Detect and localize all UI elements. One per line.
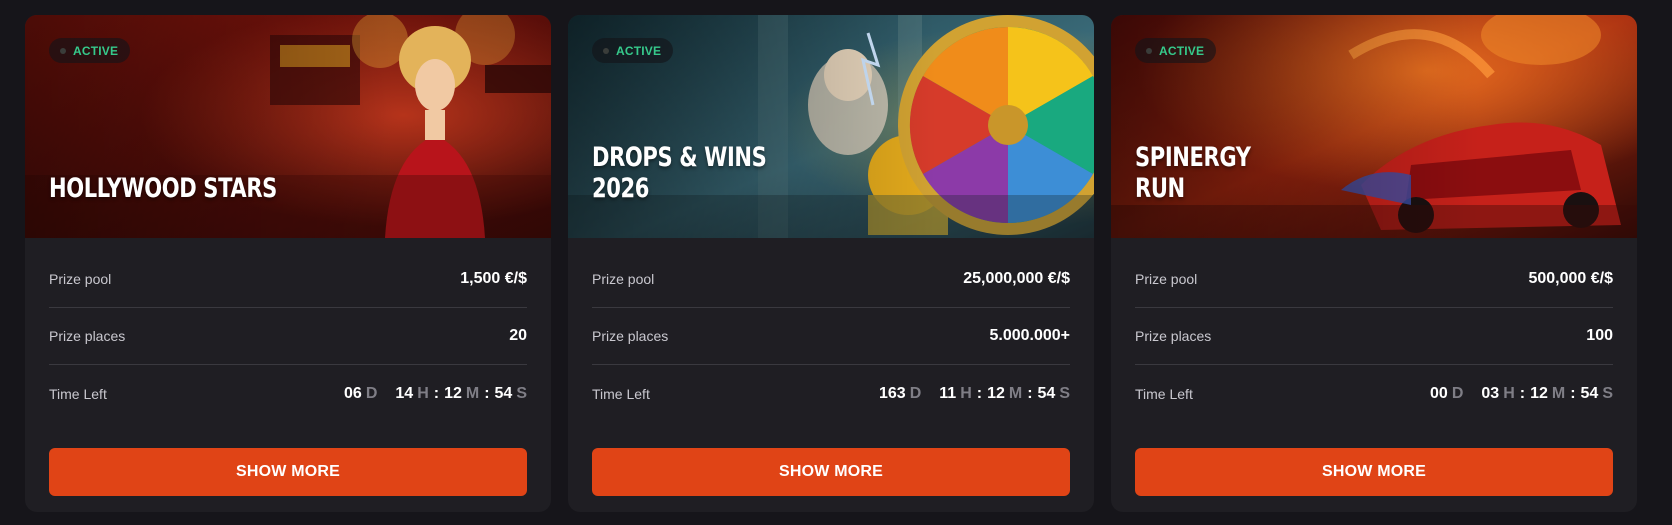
prize-places-label: Prize places [1135,328,1212,344]
card-info: Prize pool 500,000 €/$ Prize places 100 … [1111,251,1637,422]
prize-pool-value: 1,500 €/$ [460,270,527,287]
prize-pool-value: 500,000 €/$ [1528,270,1613,287]
timer-hours: 14 [395,384,414,402]
card-title-line-1: SPINERGY [1135,142,1251,173]
time-left-label: Time Left [592,385,650,402]
prize-places-value: 20 [509,327,527,344]
prize-places-row: Prize places 5.000.000+ [592,308,1070,365]
timer-hours-unit: H [1503,384,1515,402]
card-banner[interactable]: ACTIVE SPINERGY RUN [1111,15,1637,238]
prize-pool-row: Prize pool 25,000,000 €/$ [592,251,1070,308]
card-banner[interactable]: ACTIVE HOLLYWOOD STARS [25,15,551,238]
card-title: HOLLYWOOD STARS [49,173,277,204]
status-badge-label: ACTIVE [1159,43,1205,58]
prize-places-label: Prize places [49,328,126,344]
time-left-row: Time Left 00 D 03 H : 12 M : 54 S [1135,365,1613,422]
card-info: Prize pool 1,500 €/$ Prize places 20 Tim… [25,251,551,422]
tournament-card-grid: ACTIVE HOLLYWOOD STARS Prize pool 1,500 … [25,15,1637,512]
show-more-button[interactable]: SHOW MORE [1135,448,1613,496]
show-more-button[interactable]: SHOW MORE [592,448,1070,496]
prize-places-row: Prize places 20 [49,308,527,365]
timer-hours-unit: H [417,384,429,402]
tournament-card-hollywood-stars: ACTIVE HOLLYWOOD STARS Prize pool 1,500 … [25,15,551,512]
timer-minutes: 12 [987,384,1005,402]
prize-places-value: 5.000.000+ [989,327,1070,344]
prize-places-row: Prize places 100 [1135,308,1613,365]
card-title: SPINERGY RUN [1135,142,1251,204]
card-title-line-2: RUN [1135,173,1185,204]
timer-minutes-unit: M [1008,384,1023,402]
timer-days: 00 [1430,384,1448,402]
timer-seconds-unit: S [1059,384,1070,402]
prize-pool-value: 25,000,000 €/$ [963,270,1070,287]
tournament-card-spinergy-run: ACTIVE SPINERGY RUN Prize pool 500,000 €… [1111,15,1637,512]
card-title: DROPS & WINS 2026 [592,142,767,204]
prize-pool-label: Prize pool [592,271,655,287]
card-title-line-2: 2026 [592,173,650,204]
timer-seconds: 54 [1037,384,1056,402]
timer-days-unit: D [909,384,922,402]
tournament-card-drops-and-wins: ACTIVE DROPS & WINS 2026 Prize pool 25,0… [568,15,1094,512]
show-more-button[interactable]: SHOW MORE [49,448,527,496]
timer-days-unit: D [365,384,378,402]
status-badge: ACTIVE [592,38,674,63]
prize-pool-row: Prize pool 500,000 €/$ [1135,251,1613,308]
timer-seconds: 54 [1580,384,1599,402]
status-dot-icon [1146,48,1152,54]
countdown-timer: 163 D 11 H : 12 M : 54 S [879,384,1070,402]
countdown-timer: 00 D 03 H : 12 M : 54 S [1430,384,1613,402]
card-info: Prize pool 25,000,000 €/$ Prize places 5… [568,251,1094,422]
countdown-timer: 06 D 14 H : 12 M : 54 S [344,384,527,402]
timer-days-unit: D [1451,384,1464,402]
timer-hours: 11 [939,384,957,402]
status-dot-icon [603,48,609,54]
status-dot-icon [60,48,66,54]
time-left-label: Time Left [49,385,107,402]
timer-minutes: 12 [444,384,462,402]
timer-seconds-unit: S [1602,384,1613,402]
timer-minutes-unit: M [465,384,480,402]
prize-places-label: Prize places [592,328,669,344]
timer-days: 06 [344,384,362,402]
timer-hours: 03 [1481,384,1500,402]
timer-days: 163 [879,384,906,402]
status-badge-label: ACTIVE [73,43,119,58]
timer-minutes: 12 [1530,384,1548,402]
time-left-row: Time Left 163 D 11 H : 12 M : 54 S [592,365,1070,422]
timer-minutes-unit: M [1551,384,1566,402]
card-title-line-1: DROPS & WINS [592,142,767,173]
prize-places-value: 100 [1586,327,1613,344]
time-left-label: Time Left [1135,385,1193,402]
timer-seconds: 54 [494,384,513,402]
card-banner[interactable]: ACTIVE DROPS & WINS 2026 [568,15,1094,238]
card-title-line-1: HOLLYWOOD STARS [49,173,277,204]
prize-pool-label: Prize pool [1135,271,1198,287]
status-badge-label: ACTIVE [616,43,662,58]
timer-seconds-unit: S [516,384,527,402]
time-left-row: Time Left 06 D 14 H : 12 M : 54 S [49,365,527,422]
status-badge: ACTIVE [1135,38,1217,63]
status-badge: ACTIVE [49,38,131,63]
timer-hours-unit: H [960,384,972,402]
prize-pool-label: Prize pool [49,271,112,287]
prize-pool-row: Prize pool 1,500 €/$ [49,251,527,308]
